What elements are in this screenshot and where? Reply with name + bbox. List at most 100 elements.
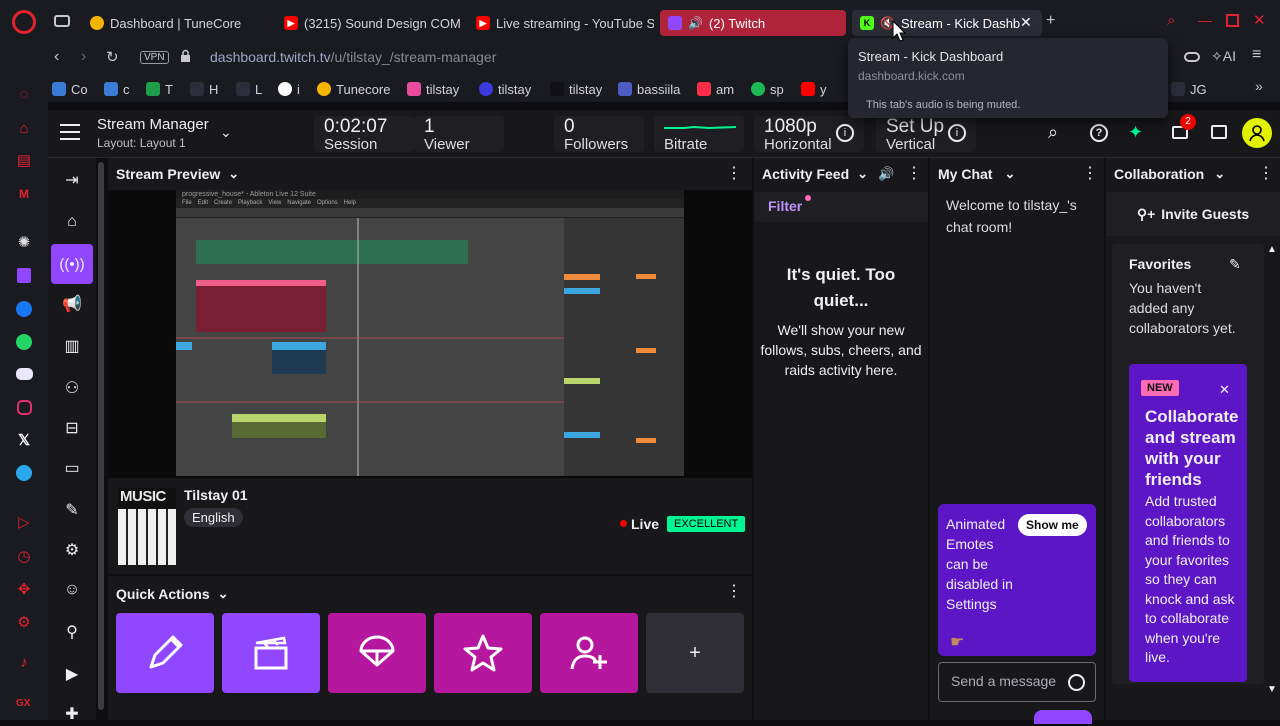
hamburger-menu-icon[interactable] xyxy=(60,124,80,140)
bookmarks-overflow-icon[interactable]: » xyxy=(1255,78,1263,94)
aria-ai-button[interactable]: ✧AI xyxy=(1211,48,1236,65)
edit-stream-info-button[interactable] xyxy=(116,613,214,693)
messenger-icon[interactable] xyxy=(14,299,34,319)
community-icon[interactable]: ⚇ xyxy=(60,376,84,400)
tab-youtube-live[interactable]: ▶ Live streaming - YouTube S xyxy=(468,10,654,36)
info-icon[interactable]: i xyxy=(948,124,966,142)
close-tab-icon[interactable]: ✕ xyxy=(1020,14,1032,31)
aria-icon[interactable]: ◌ xyxy=(14,84,34,104)
tab-tunecore[interactable]: Dashboard | TuneCore xyxy=(82,10,272,36)
megaphone-icon[interactable]: 📢 xyxy=(60,292,84,316)
whatsapp-icon[interactable] xyxy=(14,332,34,352)
more-options-icon[interactable]: ⋮ xyxy=(1258,166,1274,182)
chevron-down-icon[interactable]: ⌄ xyxy=(228,166,239,182)
settings-icon[interactable]: ⚙ xyxy=(14,612,34,632)
opera-logo-icon[interactable] xyxy=(12,10,36,34)
tab-youtube-sound-design[interactable]: ▶ (3215) Sound Design COM xyxy=(276,10,462,36)
vpn-badge[interactable]: VPN xyxy=(140,51,169,64)
instagram-icon[interactable] xyxy=(14,397,34,417)
minimize-icon[interactable]: — xyxy=(1198,12,1212,28)
close-window-icon[interactable]: ✕ xyxy=(1253,11,1266,29)
chevron-down-icon[interactable]: ⌄ xyxy=(1004,166,1015,182)
language-tag[interactable]: English xyxy=(184,508,243,527)
launch-raid-button[interactable] xyxy=(328,613,426,693)
bookmark[interactable]: JG xyxy=(1171,79,1207,99)
bookmark[interactable]: tilstay xyxy=(407,79,459,99)
gx-control-icon[interactable]: M xyxy=(14,184,34,204)
more-options-icon[interactable]: ⋮ xyxy=(726,584,742,600)
battery-saver-icon[interactable] xyxy=(1184,52,1200,62)
lock-icon[interactable] xyxy=(180,49,191,63)
chevron-down-icon[interactable]: ⌄ xyxy=(218,586,229,602)
bookmark[interactable]: Tunecore xyxy=(317,79,390,99)
stream-manager-nav-icon[interactable]: ((•)) xyxy=(51,244,93,284)
search-tabs-icon[interactable]: ⌕ xyxy=(1167,12,1175,29)
monetization-icon[interactable]: ▭ xyxy=(60,456,84,480)
player-icon[interactable]: ▷ xyxy=(14,512,34,532)
feature-button[interactable] xyxy=(434,613,532,693)
filter-button[interactable]: Filter xyxy=(768,198,802,214)
home-icon[interactable]: ⌂ xyxy=(14,118,34,138)
chatgpt-icon[interactable]: ✺ xyxy=(14,232,34,252)
chevron-down-icon[interactable]: ⌄ xyxy=(1214,166,1225,182)
info-icon[interactable]: i xyxy=(836,124,854,142)
chat-send-button[interactable] xyxy=(1034,710,1092,724)
content-icon[interactable]: ⊟ xyxy=(60,416,84,440)
whispers-icon[interactable] xyxy=(1211,125,1227,139)
history-icon[interactable]: ◷ xyxy=(14,546,34,566)
show-me-button[interactable]: Show me xyxy=(1018,514,1087,536)
layout-label[interactable]: Layout: Layout 1 xyxy=(97,136,186,150)
create-clip-button[interactable] xyxy=(222,613,320,693)
bookmark[interactable]: bassiila xyxy=(618,79,680,99)
close-icon[interactable]: ✕ xyxy=(1219,382,1230,398)
tab-kick[interactable]: K 🔇 Stream - Kick Dashb xyxy=(852,10,1042,36)
bookmark[interactable]: L xyxy=(236,79,262,99)
chevron-down-icon[interactable]: ⌄ xyxy=(857,166,868,182)
tiktok-icon[interactable]: ♪ xyxy=(14,652,34,672)
speaker-icon[interactable]: 🔊 xyxy=(688,16,703,30)
add-moderator-button[interactable] xyxy=(540,613,638,693)
more-options-icon[interactable]: ⋮ xyxy=(1082,166,1098,182)
add-user-icon[interactable]: ⚲ xyxy=(60,620,84,644)
sound-icon[interactable]: 🔊 xyxy=(878,166,894,182)
bookmark[interactable]: i xyxy=(278,79,300,99)
bookmark[interactable]: T xyxy=(146,79,173,99)
bookmark[interactable]: tilstay xyxy=(550,79,602,99)
back-icon[interactable]: ‹ xyxy=(54,48,59,66)
url-field[interactable]: dashboard.twitch.tv/u/tilstay_/stream-ma… xyxy=(210,49,496,65)
new-tab-icon[interactable]: + xyxy=(1046,12,1055,30)
puzzle-icon[interactable]: ✚ xyxy=(60,702,84,726)
layout-chevron-down-icon[interactable]: ⌄ xyxy=(220,124,232,141)
bookmark[interactable]: Co xyxy=(52,79,88,99)
expand-nav-icon[interactable]: ⇥ xyxy=(60,168,84,192)
twitch-icon[interactable] xyxy=(14,265,34,285)
emote-picker-icon[interactable] xyxy=(1068,674,1085,691)
workspaces-icon[interactable] xyxy=(54,15,70,27)
discord-icon[interactable] xyxy=(14,364,34,384)
bookmark[interactable]: H xyxy=(190,79,218,99)
more-options-icon[interactable]: ⋮ xyxy=(726,166,742,182)
add-quick-action-button[interactable]: + xyxy=(646,613,744,693)
avatar[interactable] xyxy=(1242,118,1272,148)
menu-icon[interactable]: ≡ xyxy=(1252,46,1261,64)
sparkle-icon[interactable]: ✦ xyxy=(1128,122,1143,143)
extensions-icon[interactable]: ✎ xyxy=(60,498,84,522)
search-icon[interactable]: ⌕ xyxy=(1048,122,1058,143)
chat-input[interactable]: Send a message xyxy=(938,662,1096,702)
bookmark[interactable]: tilstay xyxy=(479,79,531,99)
extensions-icon[interactable]: ✥ xyxy=(14,579,34,599)
more-options-icon[interactable]: ⋮ xyxy=(906,166,922,182)
tab-twitch[interactable]: 🔊 (2) Twitch xyxy=(660,10,846,36)
nav-scrollbar[interactable] xyxy=(98,162,104,710)
telegram-icon[interactable] xyxy=(14,463,34,483)
gx-corner-icon[interactable]: ▤ xyxy=(14,150,34,170)
maximize-icon[interactable] xyxy=(1226,14,1239,27)
x-twitter-icon[interactable]: 𝕏 xyxy=(14,430,34,450)
bookmark[interactable]: sp xyxy=(751,79,784,99)
bookmark[interactable]: c xyxy=(104,79,130,99)
video-icon[interactable]: ▶ xyxy=(60,662,84,686)
edit-pencil-icon[interactable]: ✎ xyxy=(1229,256,1241,273)
bookmark[interactable]: am xyxy=(697,79,734,99)
bookmark[interactable]: y xyxy=(801,79,827,99)
settings-icon[interactable]: ⚙ xyxy=(60,538,84,562)
